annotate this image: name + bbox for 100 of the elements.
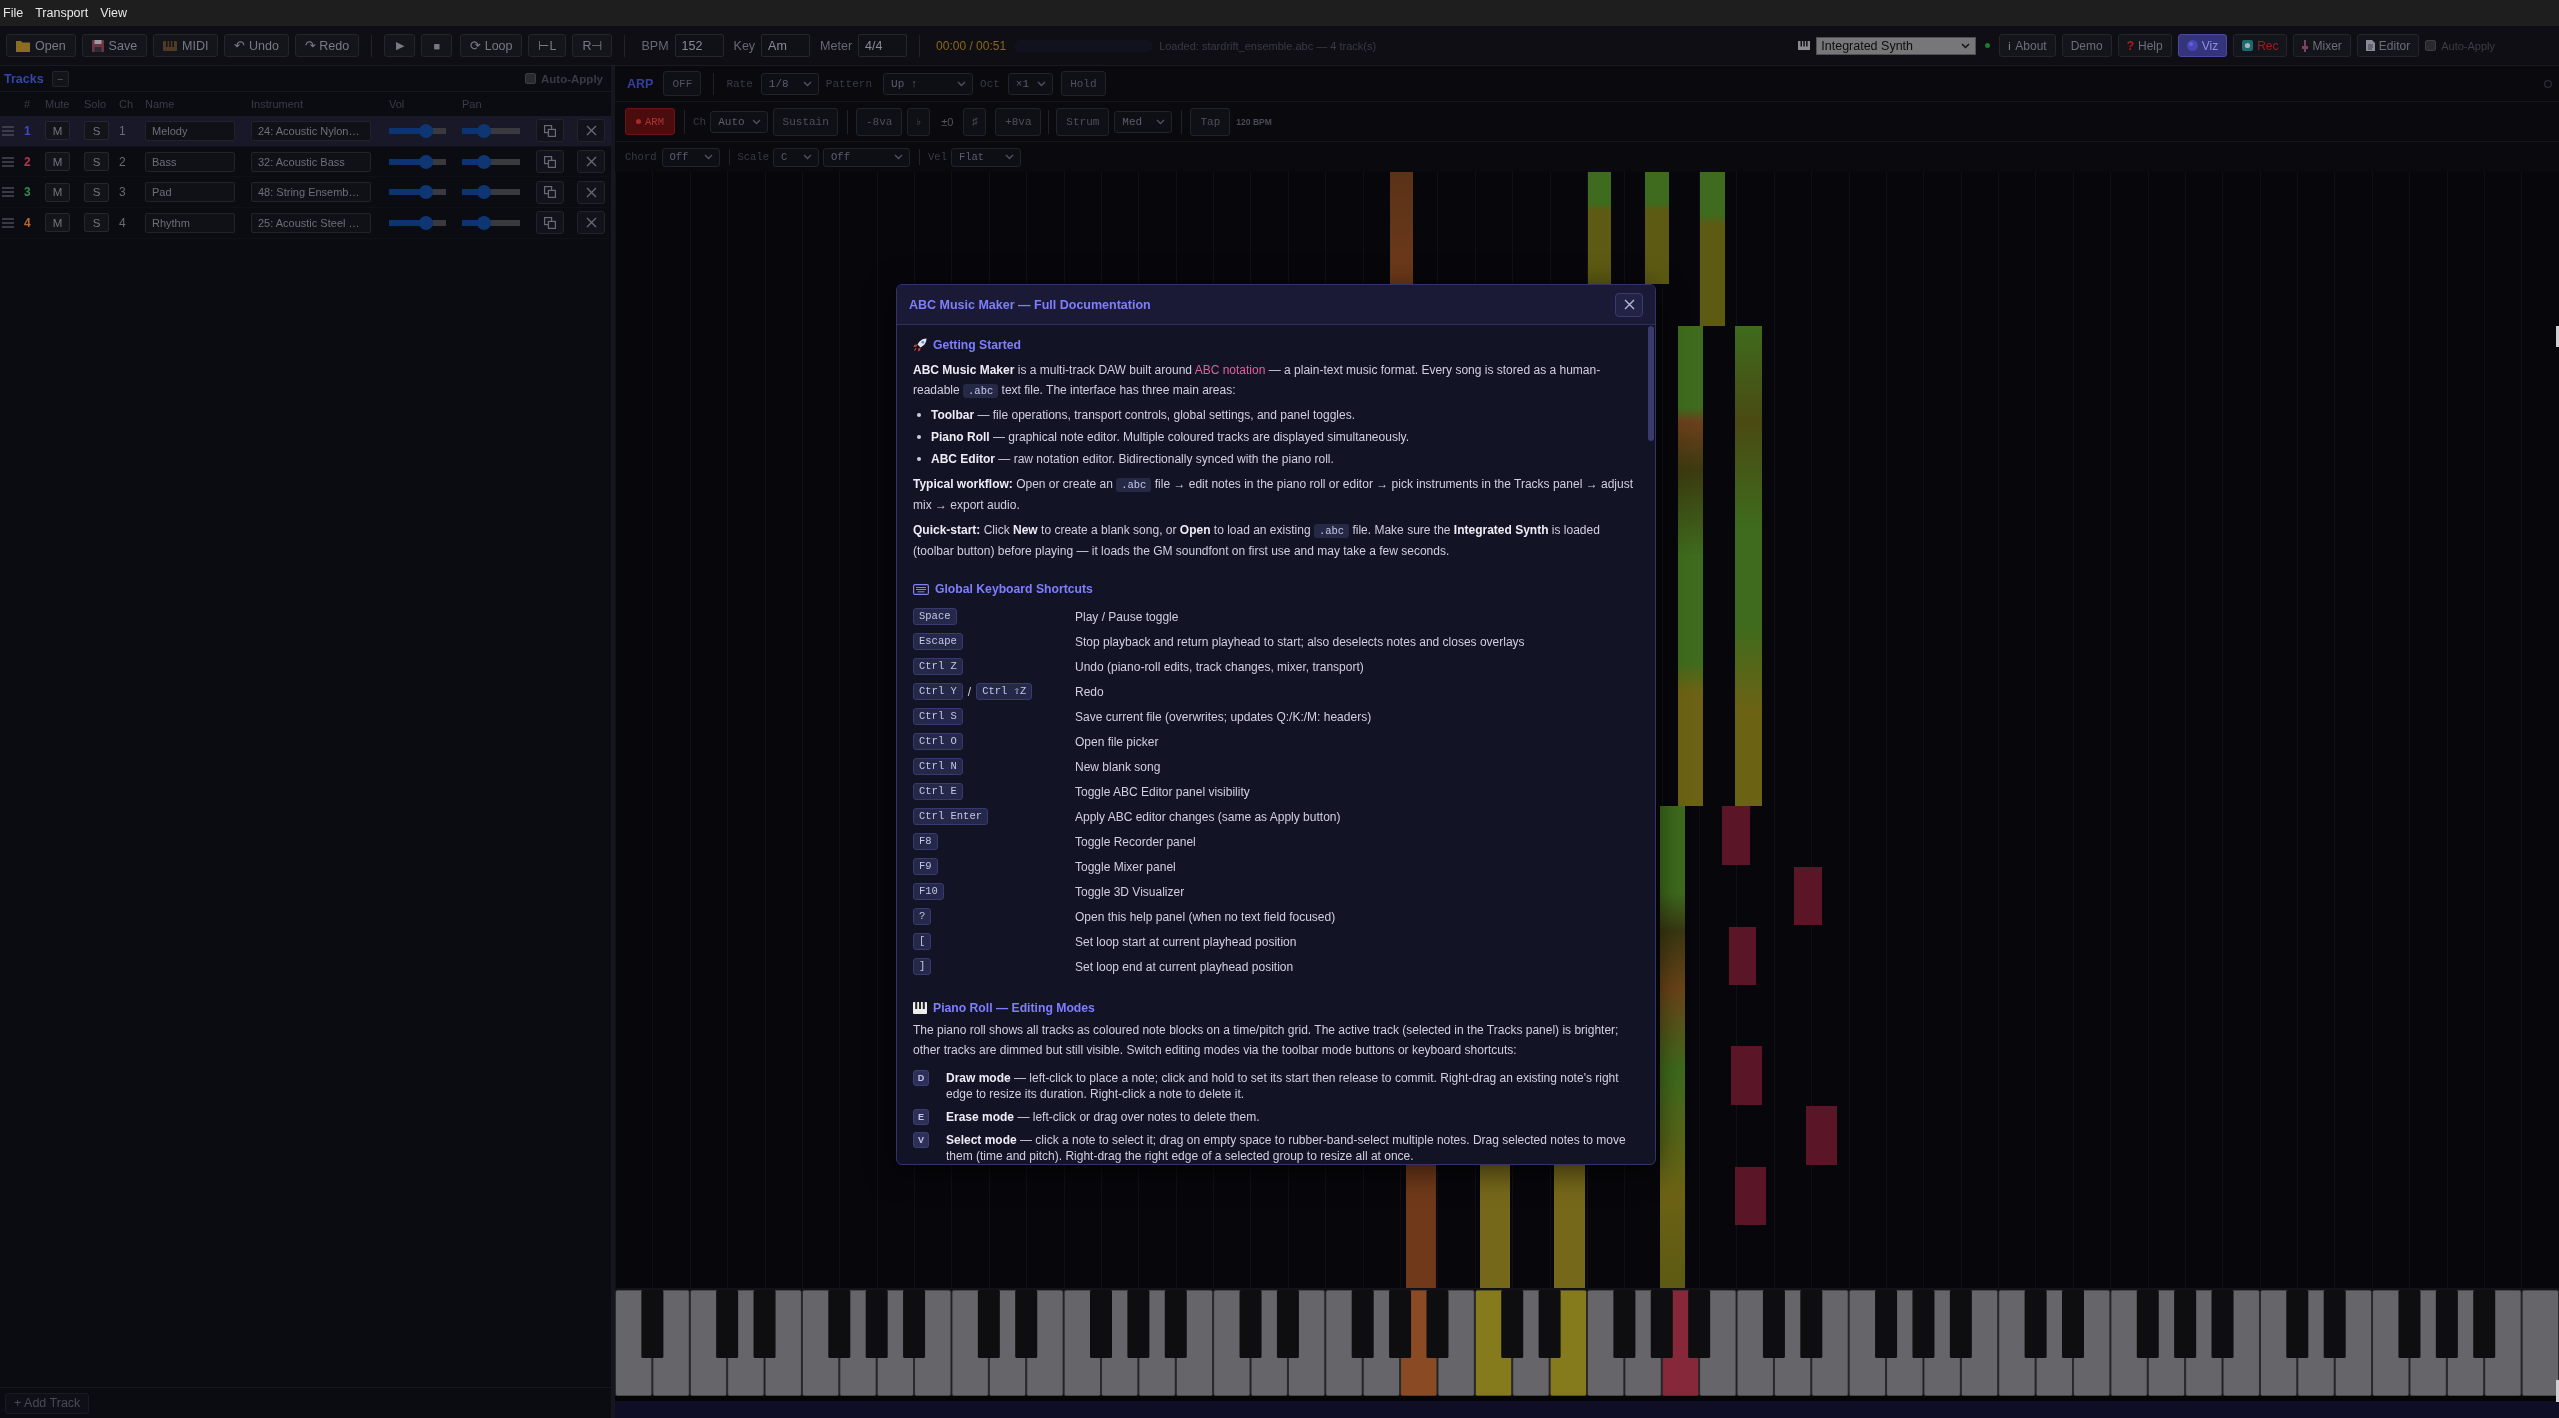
piano-key[interactable] xyxy=(1762,1290,1785,1358)
piano-key[interactable] xyxy=(2174,1290,2197,1358)
note-block[interactable] xyxy=(1588,172,1611,284)
track-name-field[interactable]: Rhythm xyxy=(145,212,235,233)
redo-button[interactable]: ↷ Redo xyxy=(294,34,360,57)
instrument-select[interactable]: 24: Acoustic Nylon… xyxy=(251,120,371,141)
collapse-button[interactable]: − xyxy=(51,70,69,87)
octave-up-button[interactable]: +8va xyxy=(995,107,1042,136)
piano-key[interactable] xyxy=(977,1290,1000,1358)
channel-select[interactable]: Auto xyxy=(710,110,769,133)
piano-key[interactable] xyxy=(1800,1290,1823,1358)
drag-handle-icon[interactable] xyxy=(2,187,14,198)
track-name-field[interactable]: Pad xyxy=(145,182,235,203)
menu-item[interactable]: Transport xyxy=(35,6,89,20)
loop-end-button[interactable]: R⊣ xyxy=(572,34,613,57)
menu-item[interactable]: File xyxy=(3,6,24,20)
scrollbar-thumb[interactable] xyxy=(1648,326,1654,441)
strum-speed-select[interactable]: Med xyxy=(1114,110,1173,133)
octave-select[interactable]: ×1 xyxy=(1007,72,1053,95)
strum-button[interactable]: Strum xyxy=(1056,107,1110,136)
checkbox[interactable] xyxy=(2425,40,2437,51)
close-button[interactable] xyxy=(1615,292,1643,317)
octave-down-button[interactable]: -8va xyxy=(856,107,903,136)
duplicate-button[interactable] xyxy=(536,150,564,174)
track-row[interactable]: 2 M S 2 Bass 32: Acoustic Bass xyxy=(0,146,611,178)
solo-button[interactable]: S xyxy=(84,213,109,233)
instrument-select[interactable]: 32: Acoustic Bass xyxy=(251,151,371,172)
about-button[interactable]: ℹ About xyxy=(1999,34,2056,57)
piano-key[interactable] xyxy=(2521,1290,2559,1396)
track-row[interactable]: 3 M S 3 Pad 48: String Ensemb… xyxy=(0,177,611,209)
piano-key[interactable] xyxy=(2024,1290,2047,1358)
flat-button[interactable]: ♭ xyxy=(907,107,931,136)
chord-select[interactable]: Off xyxy=(661,147,720,167)
sharp-button[interactable]: ♯ xyxy=(963,107,987,136)
slider-thumb[interactable] xyxy=(477,185,491,200)
duplicate-button[interactable] xyxy=(536,119,564,143)
piano-key[interactable] xyxy=(1650,1290,1673,1358)
scale-mode-select[interactable]: Off xyxy=(823,147,911,167)
scale-root-select[interactable]: C xyxy=(773,147,820,167)
checkbox[interactable] xyxy=(525,73,537,84)
slider-thumb[interactable] xyxy=(419,123,434,138)
menu-item[interactable]: View xyxy=(100,6,128,20)
slider-thumb[interactable] xyxy=(477,154,491,169)
delete-track-button[interactable] xyxy=(577,150,605,174)
note-block[interactable] xyxy=(1480,1163,1510,1288)
piano-key[interactable] xyxy=(828,1290,851,1358)
demo-button[interactable]: Demo xyxy=(2061,34,2112,57)
note-block[interactable] xyxy=(1735,326,1762,806)
drag-handle-icon[interactable] xyxy=(2,217,14,228)
solo-button[interactable]: S xyxy=(84,121,109,141)
play-button[interactable]: ▶ xyxy=(384,34,416,57)
track-row[interactable]: 4 M S 4 Rhythm 25: Acoustic Steel … xyxy=(0,208,611,239)
piano-key[interactable] xyxy=(1276,1290,1299,1358)
piano-key[interactable] xyxy=(1127,1290,1150,1358)
arm-button[interactable]: ARM xyxy=(625,108,675,135)
piano-key[interactable] xyxy=(641,1290,664,1358)
midi-button[interactable]: MIDI xyxy=(153,34,219,57)
key-field[interactable]: Am xyxy=(761,34,811,57)
piano-key[interactable] xyxy=(2323,1290,2346,1358)
piano-key[interactable] xyxy=(1351,1290,1374,1358)
track-row[interactable]: 1 M S 1 Melody 24: Acoustic Nylon… xyxy=(0,116,611,147)
rate-select[interactable]: 1/8 xyxy=(760,72,819,95)
scrollbar-thumb[interactable] xyxy=(2556,1380,2559,1402)
piano-key[interactable] xyxy=(1538,1290,1561,1358)
synth-select[interactable]: Integrated Synth xyxy=(1816,36,1977,55)
arp-toggle-button[interactable]: OFF xyxy=(663,71,702,96)
slider-thumb[interactable] xyxy=(419,185,434,200)
mixer-button[interactable]: Mixer xyxy=(2293,34,2351,57)
piano-key[interactable] xyxy=(1389,1290,1412,1358)
note-block[interactable] xyxy=(1678,326,1703,806)
piano-key[interactable] xyxy=(903,1290,926,1358)
meter-field[interactable]: 4/4 xyxy=(858,34,908,57)
drag-handle-icon[interactable] xyxy=(2,156,14,167)
slider-thumb[interactable] xyxy=(419,154,434,169)
duplicate-button[interactable] xyxy=(536,211,564,235)
hold-button[interactable]: Hold xyxy=(1060,71,1106,96)
piano-key[interactable] xyxy=(1688,1290,1711,1358)
piano-key[interactable] xyxy=(2286,1290,2309,1358)
mute-button[interactable]: M xyxy=(45,121,70,141)
sustain-button[interactable]: Sustain xyxy=(773,107,839,136)
instrument-select[interactable]: 25: Acoustic Steel … xyxy=(251,212,371,233)
drag-handle-icon[interactable] xyxy=(2,125,14,136)
piano-key[interactable] xyxy=(716,1290,739,1358)
piano-key[interactable] xyxy=(1164,1290,1187,1358)
tempo-field[interactable]: 152 xyxy=(674,34,724,57)
mute-button[interactable]: M xyxy=(45,182,70,202)
duplicate-button[interactable] xyxy=(536,180,564,204)
delete-track-button[interactable] xyxy=(577,119,605,143)
piano-key[interactable] xyxy=(1949,1290,1972,1358)
note-block[interactable] xyxy=(1660,806,1685,1288)
delete-track-button[interactable] xyxy=(577,211,605,235)
velocity-select[interactable]: Flat xyxy=(950,147,1021,167)
piano-key[interactable] xyxy=(2473,1290,2496,1358)
track-name-field[interactable]: Bass xyxy=(145,151,235,172)
save-button[interactable]: Save xyxy=(81,34,148,57)
note-block[interactable] xyxy=(1554,1163,1585,1288)
scrollbar-thumb[interactable] xyxy=(2556,326,2559,347)
track-name-field[interactable]: Melody xyxy=(145,120,235,141)
solo-button[interactable]: S xyxy=(84,182,109,202)
link[interactable]: ABC notation xyxy=(1194,363,1266,377)
